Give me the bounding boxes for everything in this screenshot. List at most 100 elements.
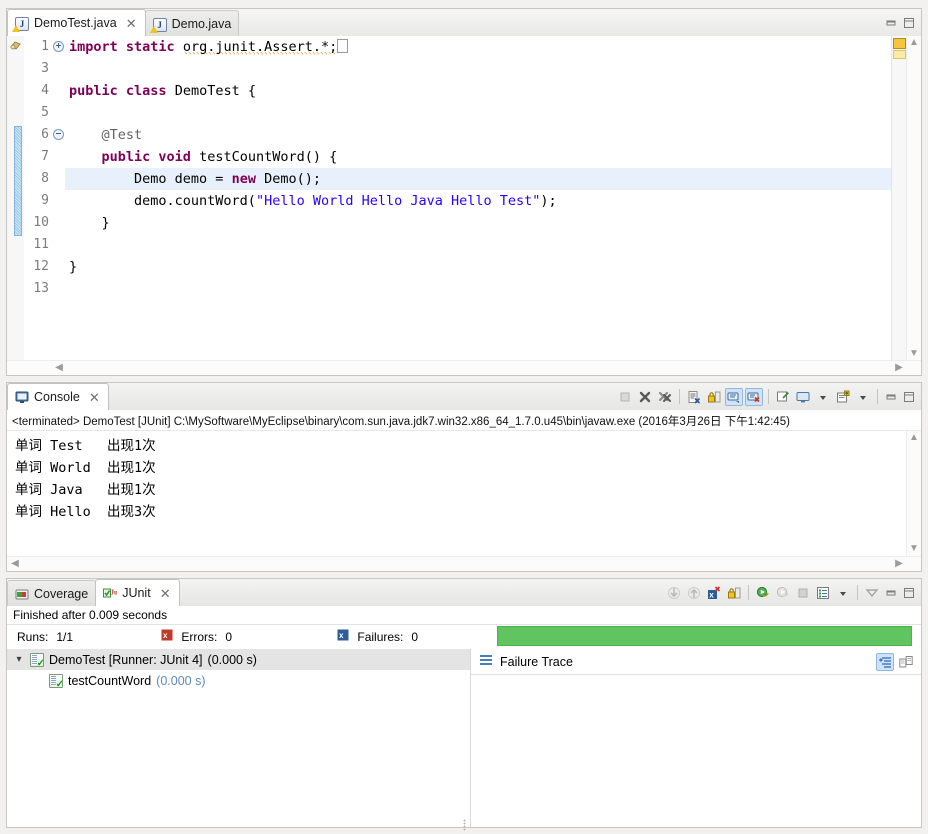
rerun-test-icon[interactable] — [754, 584, 772, 602]
previous-failure-icon[interactable] — [685, 584, 703, 602]
console-tab-close-icon[interactable]: ✕ — [88, 391, 101, 404]
tab-coverage[interactable]: Coverage — [7, 580, 97, 606]
code-line[interactable] — [65, 234, 891, 256]
show-console-on-error-icon[interactable] — [745, 387, 763, 406]
editor-body: 1 3 4 5 6 7 8 9 10 11 12 13 import static org.junit… — [7, 36, 921, 375]
editor-tab-demotest[interactable]: J DemoTest.java ✕ — [7, 9, 146, 36]
editor-tab-close-icon[interactable]: ✕ — [125, 17, 138, 30]
scroll-right-arrow-icon[interactable]: ▶ — [893, 557, 905, 570]
editor-horizontal-scrollbar[interactable]: ◀ ▶ — [7, 360, 921, 375]
fold-collapse-icon[interactable] — [52, 124, 65, 146]
open-console-icon[interactable] — [834, 388, 852, 406]
show-console-on-output-icon[interactable] — [725, 387, 743, 406]
scroll-right-arrow-icon[interactable]: ▶ — [893, 361, 905, 374]
toolbar-separator — [768, 389, 769, 404]
runs-value: 1/1 — [56, 629, 74, 644]
code-line[interactable]: public class DemoTest { — [65, 80, 891, 102]
code-line[interactable] — [65, 102, 891, 124]
scroll-left-arrow-icon[interactable]: ◀ — [9, 557, 21, 570]
editor-tabbar: J DemoTest.java ✕ J Demo.java — [7, 9, 921, 37]
editor-overview-ruler[interactable] — [891, 36, 907, 361]
tree-row-label: DemoTest [Runner: JUnit 4] — [49, 652, 203, 667]
tab-junit[interactable]: Ju JUnit ✕ — [95, 579, 180, 606]
editor-code-area[interactable]: import static org.junit.Assert.*; public… — [65, 36, 891, 361]
tree-row[interactable]: testCountWord (0.000 s) — [7, 670, 470, 691]
console-view-toolbar — [616, 386, 917, 407]
rerun-failed-tests-icon[interactable] — [774, 584, 792, 602]
code-line[interactable]: demo.countWord("Hello World Hello Java H… — [65, 190, 891, 212]
scroll-up-arrow-icon[interactable]: ▲ — [907, 431, 921, 445]
code-token: DemoTest { — [174, 83, 256, 99]
svg-text:x: x — [163, 631, 168, 640]
compare-result-icon[interactable] — [897, 653, 915, 671]
maximize-icon[interactable] — [901, 15, 917, 31]
remove-all-terminated-icon[interactable] — [656, 388, 674, 406]
test-run-history-dropdown-icon[interactable] — [834, 584, 852, 602]
line-number: 13 — [33, 281, 49, 296]
scroll-down-arrow-icon[interactable]: ▼ — [907, 347, 921, 361]
toolbar-separator — [679, 389, 680, 404]
pin-console-icon[interactable] — [774, 388, 792, 406]
code-line[interactable]: import static org.junit.Assert.*; — [65, 36, 891, 58]
remove-launch-icon[interactable] — [636, 388, 654, 406]
show-failures-only-icon[interactable]: x — [705, 584, 723, 602]
minimize-icon[interactable] — [883, 585, 899, 601]
scroll-down-arrow-icon[interactable]: ▼ — [907, 542, 921, 556]
code-line[interactable] — [65, 58, 891, 80]
console-vertical-scrollbar[interactable]: ▲ ▼ — [906, 431, 921, 556]
change-ruler-bar — [14, 126, 22, 236]
code-token: testCountWord() { — [199, 149, 338, 165]
scroll-left-arrow-icon[interactable]: ◀ — [53, 361, 65, 374]
code-token: ); — [540, 193, 557, 209]
filter-stack-trace-icon[interactable] — [876, 652, 894, 671]
code-line[interactable]: Demo demo = new Demo(); — [65, 168, 891, 190]
display-selected-console-icon[interactable] — [794, 388, 812, 406]
editor-tabbar-filler — [238, 10, 921, 36]
code-line[interactable]: @Test — [65, 124, 891, 146]
terminate-all-icon[interactable] — [616, 388, 634, 406]
fold-expand-icon[interactable] — [52, 36, 65, 58]
scroll-up-arrow-icon[interactable]: ▲ — [907, 36, 921, 50]
overview-occurrence-marker-icon[interactable] — [893, 50, 906, 59]
console-output[interactable]: 单词 Test 出现1次 单词 World 出现1次 单词 Java 出现1次 单词 … — [7, 431, 906, 556]
display-selected-console-dropdown-icon[interactable] — [814, 388, 832, 406]
code-token: } — [69, 259, 78, 275]
code-line[interactable]: public void testCountWord() { — [65, 146, 891, 168]
code-line[interactable] — [65, 278, 891, 300]
minimize-icon[interactable] — [883, 15, 899, 31]
scroll-lock-icon[interactable] — [725, 584, 743, 602]
editor-tab-demo[interactable]: J Demo.java — [144, 10, 240, 36]
minimize-icon[interactable] — [883, 389, 899, 405]
scroll-lock-icon[interactable] — [705, 388, 723, 406]
editor-folding-ruler[interactable] — [52, 36, 65, 361]
code-line[interactable]: } — [65, 256, 891, 278]
test-run-history-icon[interactable] — [814, 584, 832, 602]
console-horizontal-scrollbar[interactable]: ◀ ▶ — [7, 556, 921, 571]
editor-marker-ruler[interactable] — [7, 36, 25, 361]
editor-vertical-scrollbar[interactable]: ▲ ▼ — [906, 36, 921, 361]
maximize-icon[interactable] — [901, 389, 917, 405]
clear-console-icon[interactable] — [685, 388, 703, 406]
errors-label: Errors: — [181, 629, 218, 644]
tree-row-label: testCountWord — [68, 673, 152, 688]
tree-row[interactable]: ▾ DemoTest [Runner: JUnit 4] (0.000 s) — [7, 649, 470, 670]
coverage-tab-label: Coverage — [34, 586, 89, 601]
view-menu-icon[interactable] — [863, 584, 881, 602]
next-failure-icon[interactable] — [665, 584, 683, 602]
junit-test-tree[interactable]: ▾ DemoTest [Runner: JUnit 4] (0.000 s) t… — [7, 649, 471, 827]
chevron-down-icon[interactable]: ▾ — [13, 654, 25, 665]
workbench-resize-grip[interactable] — [0, 816, 928, 834]
junit-tab-close-icon[interactable]: ✕ — [159, 587, 172, 600]
code-line[interactable]: } — [65, 212, 891, 234]
stop-icon[interactable] — [794, 584, 812, 602]
maximize-icon[interactable] — [901, 585, 917, 601]
tab-console[interactable]: Console ✕ — [7, 383, 109, 410]
open-console-dropdown-icon[interactable] — [854, 388, 872, 406]
svg-text:Ju: Ju — [111, 589, 118, 597]
code-token: Demo(); — [264, 171, 321, 187]
runs-label: Runs: — [17, 629, 49, 644]
overview-warning-marker-icon[interactable] — [893, 38, 906, 49]
console-output-line: 单词 Java 出现1次 — [15, 482, 156, 498]
